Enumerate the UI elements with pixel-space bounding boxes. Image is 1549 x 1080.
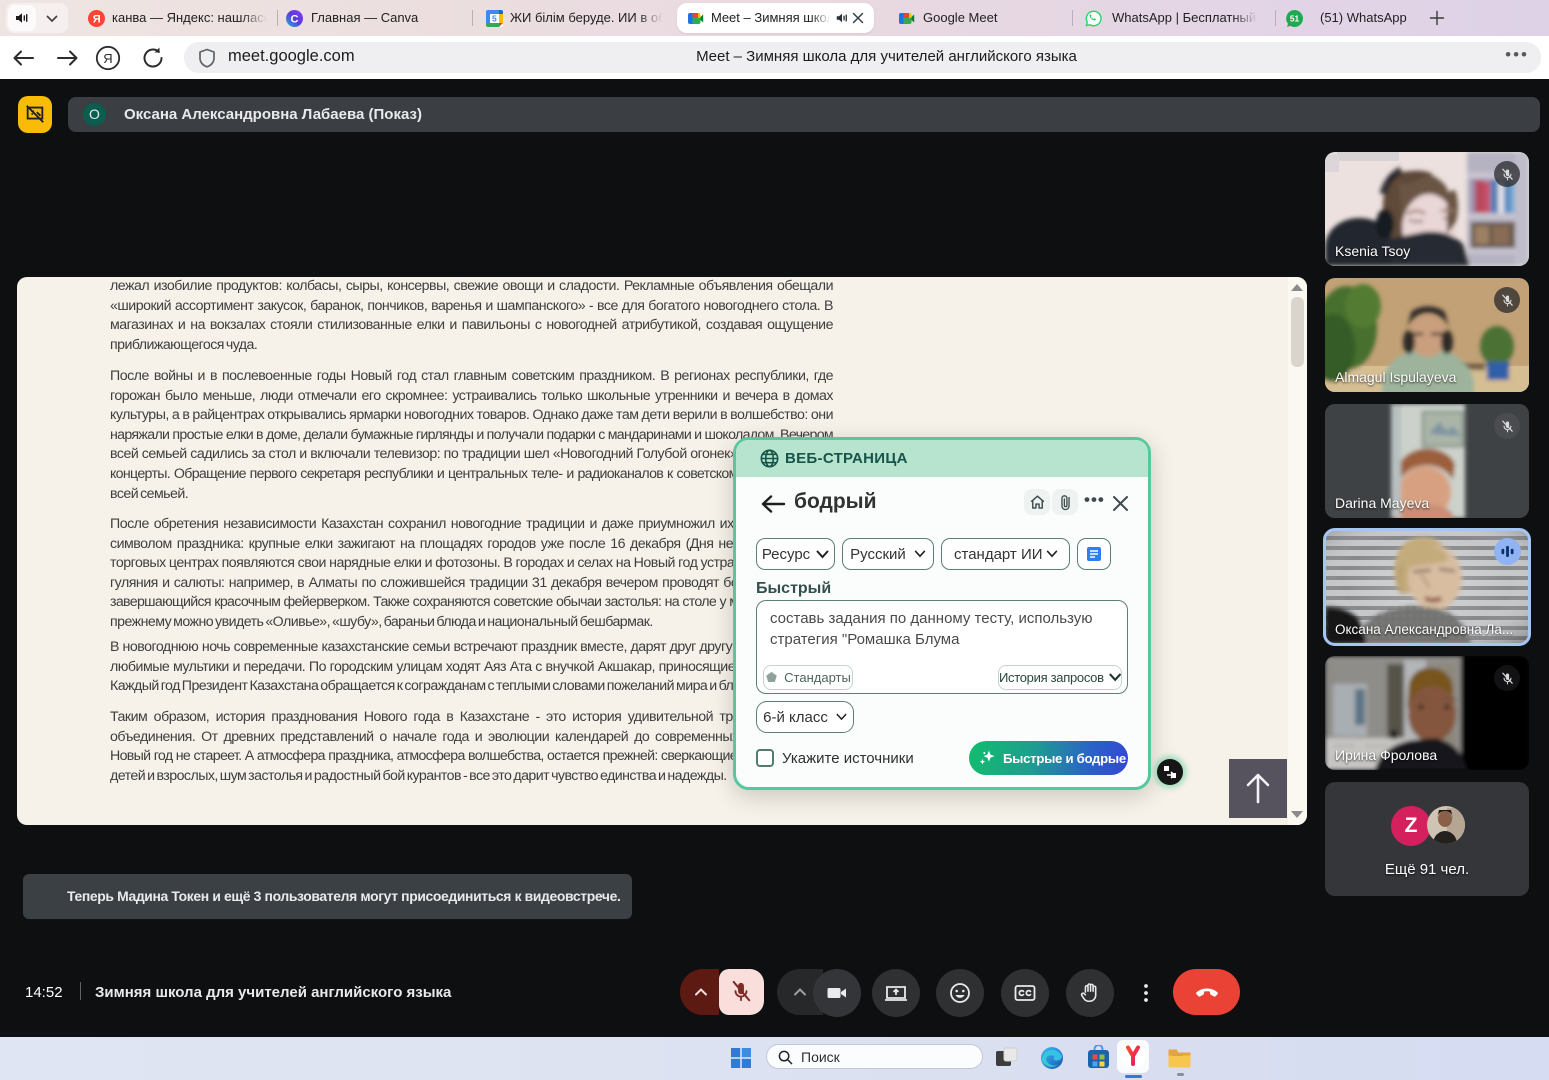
- svg-text:51: 51: [1290, 14, 1300, 24]
- svg-text:C: C: [291, 13, 299, 25]
- svg-text:5: 5: [492, 14, 497, 24]
- svg-text:Я: Я: [93, 14, 101, 26]
- svg-text:Я: Я: [103, 51, 112, 66]
